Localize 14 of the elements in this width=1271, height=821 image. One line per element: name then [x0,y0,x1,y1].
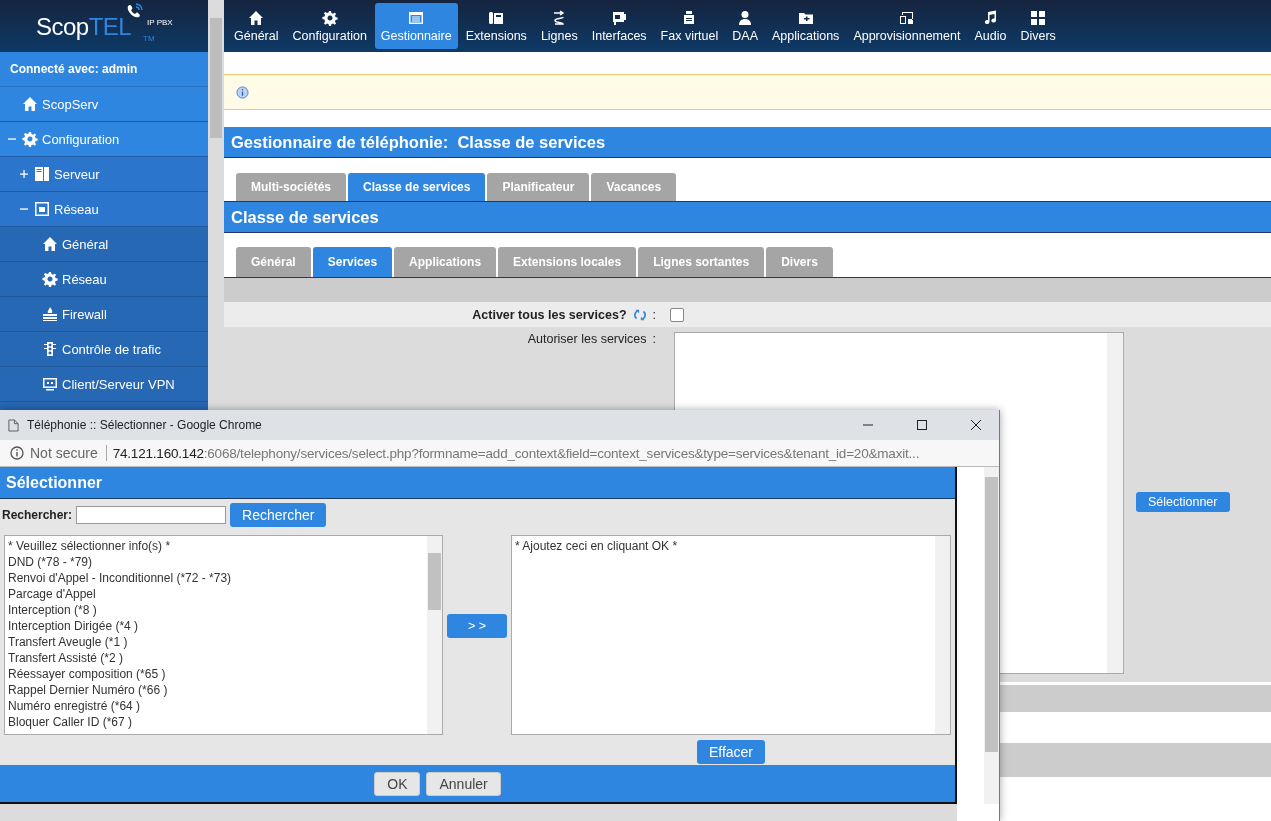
page-title: Gestionnaire de téléphonie: Classe de services [224,127,1271,158]
logged-in-user: Connecté avec: admin [0,52,208,87]
trademark-mark: TM [143,34,155,43]
logo-tagline: IP PBX [147,18,173,27]
field-separator: : [652,332,656,346]
section-title: Classe de services [224,201,1271,233]
field-separator: : [652,307,656,322]
field-label: Autoriser les services [527,332,647,346]
field-label: Activer tous les services? [472,307,627,322]
security-label: Not secure [30,445,107,461]
logo-text: ScopTEL [36,13,132,41]
window-title: Téléphonie :: Sélectionner - Google Chrome [27,418,263,432]
search-label: Rechercher: [2,508,73,522]
dialog-title: Sélectionner [0,467,955,499]
